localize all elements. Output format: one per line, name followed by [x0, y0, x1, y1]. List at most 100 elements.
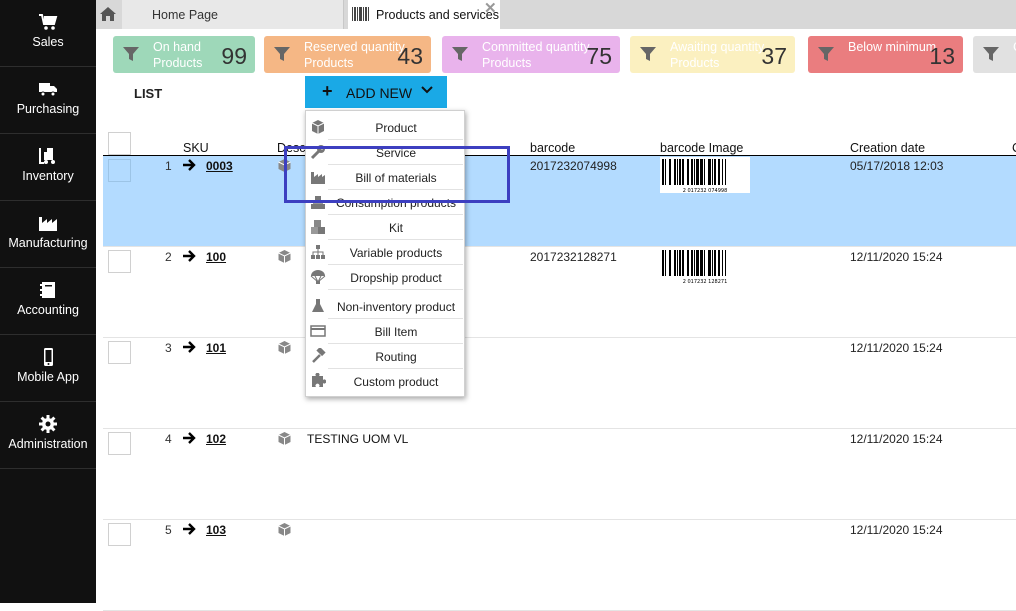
filter-count: 99: [221, 43, 247, 69]
tab-home-page[interactable]: Home Page: [122, 0, 344, 29]
filter-count: 75: [586, 43, 612, 69]
row-number: 1: [165, 159, 172, 173]
sidebar-item-label: Mobile App: [17, 370, 79, 384]
arrow-right-icon[interactable]: [182, 341, 196, 353]
table-row[interactable]: 2 100 2017232128271 12/11/2020 15:24 2 01…: [103, 247, 1016, 338]
arrow-right-icon[interactable]: [182, 159, 196, 171]
menu-item-variable-products[interactable]: Variable products: [306, 240, 466, 265]
filter-card[interactable]: Reserved quantity Products 43: [264, 36, 431, 73]
sidebar-item-manufacturing[interactable]: Manufacturing: [0, 201, 96, 268]
close-icon[interactable]: ✕: [484, 0, 497, 17]
truck-icon: [39, 83, 57, 97]
menu-item-label: Bill Item: [374, 325, 418, 339]
menu-item-label: Routing: [375, 350, 417, 364]
forklift-icon: [39, 148, 55, 164]
sidebar-item-sales[interactable]: Sales: [0, 0, 96, 67]
menu-item-dropship-product[interactable]: Dropship product: [306, 265, 466, 290]
row-checkbox[interactable]: [108, 432, 131, 455]
barcode-cell: 2017232128271: [530, 250, 617, 264]
column-header-barcode-image[interactable]: barcode Image: [660, 141, 743, 155]
sidebar-item-label: Accounting: [17, 303, 79, 317]
menu-item-routing[interactable]: Routing: [306, 344, 466, 369]
column-header-barcode[interactable]: barcode: [530, 141, 575, 155]
menu-item-kit[interactable]: Kit: [306, 215, 466, 240]
row-number: 5: [165, 523, 172, 537]
table-row[interactable]: 3 101 12/11/2020 15:24: [103, 338, 1016, 429]
svg-text:2 017232 128271: 2 017232 128271: [683, 279, 728, 284]
filter-sublabel: Products: [482, 56, 532, 70]
filter-card[interactable]: Awaiting quantity Products 37: [630, 36, 795, 73]
row-checkbox[interactable]: [108, 341, 131, 364]
sidebar-item-accounting[interactable]: Accounting: [0, 268, 96, 335]
filter-sublabel: Products: [670, 56, 720, 70]
menu-divider: [328, 289, 463, 290]
menu-item-bill-item[interactable]: Bill Item: [306, 319, 466, 344]
filter-icon: [818, 47, 834, 61]
filter-card[interactable]: Below minimum 13: [808, 36, 963, 73]
cube-icon: [278, 250, 291, 263]
filter-sublabel: Products: [304, 56, 354, 70]
filter-card[interactable]: C: [973, 36, 1016, 73]
sidebar-item-label: Purchasing: [16, 102, 80, 116]
menu-item-custom-product[interactable]: Custom product: [306, 369, 466, 394]
filter-label: Reserved quantity: [304, 40, 405, 54]
ledger-icon: [40, 282, 55, 298]
column-header-creation-date[interactable]: Creation date: [850, 141, 925, 155]
table-row[interactable]: 5 103 12/11/2020 15:24: [103, 520, 1016, 611]
row-checkbox[interactable]: [108, 523, 131, 546]
sku-link[interactable]: 101: [206, 341, 226, 355]
row-checkbox[interactable]: [108, 250, 131, 273]
creation-date-cell: 12/11/2020 15:24: [850, 341, 943, 355]
sidebar-item-mobile-app[interactable]: Mobile App: [0, 335, 96, 402]
barcode-image: 2 017232 128271: [660, 248, 750, 285]
barcode-icon: [352, 7, 369, 21]
gear-icon: [39, 415, 57, 433]
add-new-label: ADD NEW: [346, 85, 413, 101]
plus-icon: +: [322, 81, 333, 101]
cart-icon: [39, 14, 58, 30]
arrow-right-icon[interactable]: [182, 523, 196, 535]
add-new-button[interactable]: + ADD NEW: [305, 76, 447, 108]
tab-products-and-services[interactable]: Products and services ✕: [348, 0, 500, 29]
menu-item-label: Kit: [388, 221, 403, 235]
menu-item-product[interactable]: Product: [306, 115, 466, 140]
column-header-sku[interactable]: SKU: [183, 141, 209, 155]
sidebar-item-label: Administration: [8, 437, 88, 451]
filter-label: Awaiting quantity: [670, 40, 765, 54]
home-icon: [100, 7, 116, 21]
menu-item-label: Non-inventory product: [336, 300, 456, 314]
sidebar-item-inventory[interactable]: Inventory: [0, 134, 96, 201]
filter-card[interactable]: On hand Products 99: [113, 36, 255, 73]
filter-count: 43: [397, 43, 423, 69]
select-all-checkbox[interactable]: [108, 132, 131, 155]
sidebar-item-purchasing[interactable]: Purchasing: [0, 67, 96, 134]
card-icon: [310, 325, 326, 337]
filter-count: 37: [761, 43, 787, 69]
row-checkbox[interactable]: [108, 159, 131, 182]
tab-bar: Home Page Products and services ✕: [96, 0, 1016, 29]
sku-link[interactable]: 102: [206, 432, 226, 446]
home-button[interactable]: [96, 0, 118, 29]
menu-item-label: Product: [375, 121, 417, 135]
svg-text:2 017232 074998: 2 017232 074998: [683, 188, 728, 193]
filter-icon: [983, 47, 999, 61]
parachute-icon: [310, 270, 326, 284]
sku-link[interactable]: 100: [206, 250, 226, 264]
menu-item-non-inventory-product[interactable]: Non-inventory product: [306, 294, 466, 319]
sidebar-item-label: Sales: [32, 35, 64, 49]
table-row[interactable]: 4 102 TESTING UOM VL 12/11/2020 15:24: [103, 429, 1016, 520]
column-header-extra[interactable]: C: [1012, 141, 1016, 155]
arrow-right-icon[interactable]: [182, 250, 196, 262]
cube-icon: [278, 523, 291, 536]
table-row[interactable]: 1 0003 2017232074998 05/17/2018 12:03 2 0…: [103, 156, 1016, 247]
sku-link[interactable]: 0003: [206, 159, 233, 173]
filter-card[interactable]: Committed quantity Products 75: [442, 36, 620, 73]
filter-label: Committed quantity: [482, 40, 590, 54]
sidebar-item-administration[interactable]: Administration: [0, 402, 96, 469]
arrow-right-icon[interactable]: [182, 432, 196, 444]
filter-icon: [123, 47, 139, 61]
sku-link[interactable]: 103: [206, 523, 226, 537]
menu-item-label: Custom product: [353, 375, 439, 389]
filter-icon: [274, 47, 290, 61]
puzzle-icon: [312, 373, 326, 387]
